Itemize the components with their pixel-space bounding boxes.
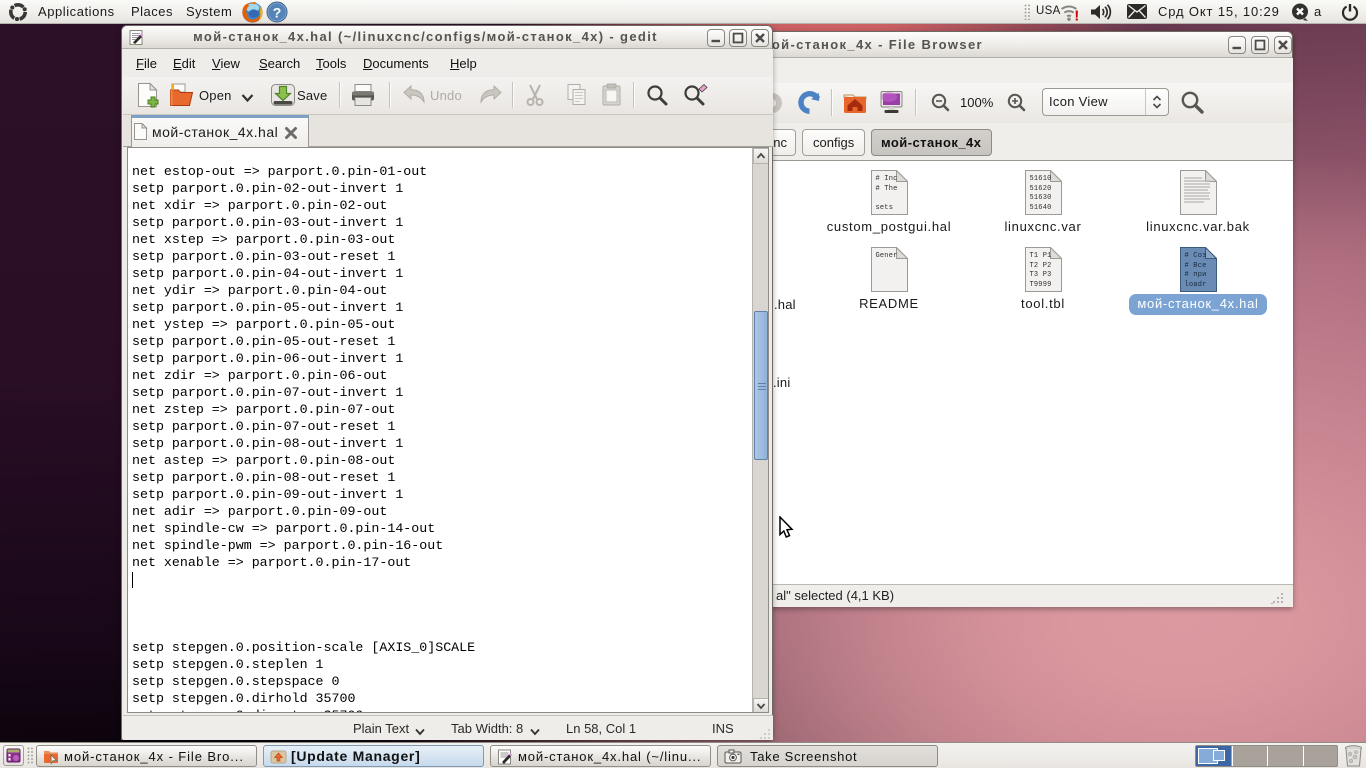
svg-text:?: ?: [273, 5, 282, 21]
svg-text:!: !: [1074, 8, 1079, 23]
